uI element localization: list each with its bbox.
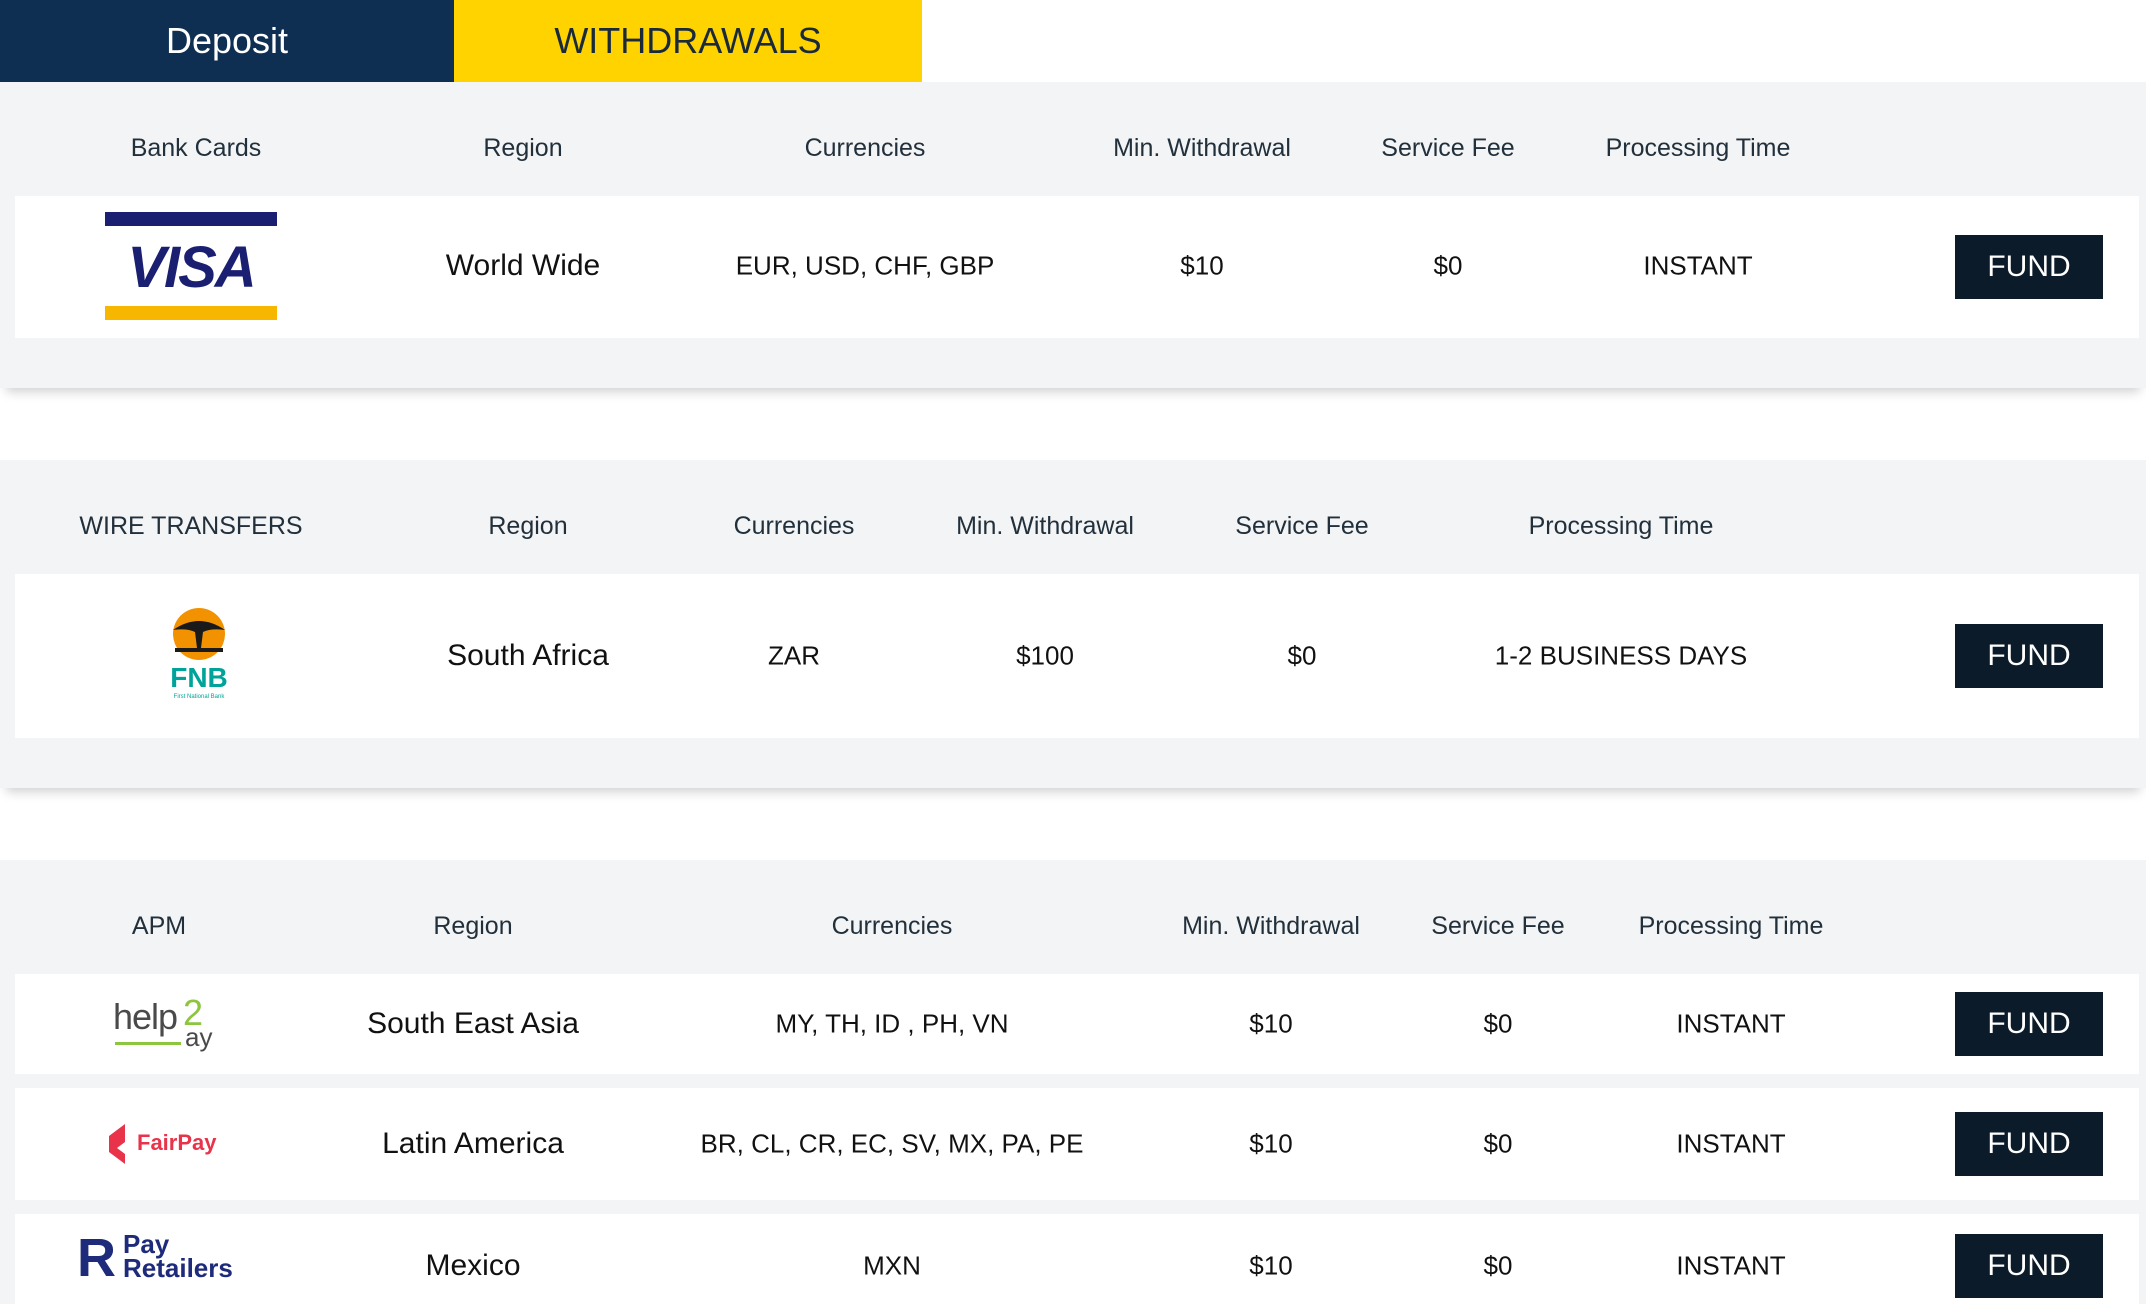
region-value: Mexico xyxy=(425,1249,521,1282)
help2pay-logo: help 2 ay help2pay xyxy=(113,992,213,1052)
currencies-value: ZAR xyxy=(768,640,820,671)
visa-logo: VISA xyxy=(105,212,277,320)
fund-button[interactable]: FUND xyxy=(1955,1112,2103,1176)
header-region: Region xyxy=(488,512,568,540)
currencies-value: BR, CL, CR, EC, SV, MX, PA, PE xyxy=(700,1128,1084,1159)
table-row: FairPay Latin America BR, CL, CR, EC, SV… xyxy=(15,1088,2139,1200)
service-fee-value: $0 xyxy=(1433,250,1463,281)
min-withdrawal-value: $10 xyxy=(1249,1128,1293,1159)
header-min-withdrawal: Min. Withdrawal xyxy=(956,512,1134,540)
processing-time-value: INSTANT xyxy=(1676,1250,1786,1281)
region-value: South East Asia xyxy=(367,1007,579,1040)
processing-time-value: INSTANT xyxy=(1676,1008,1786,1039)
currencies-value: EUR, USD, CHF, GBP xyxy=(735,250,995,281)
service-fee-value: $0 xyxy=(1483,1250,1513,1281)
service-fee-value: $0 xyxy=(1483,1008,1513,1039)
processing-time-value: INSTANT xyxy=(1643,250,1753,281)
fund-button[interactable]: FUND xyxy=(1955,624,2103,688)
header-processing-time: Processing Time xyxy=(1605,134,1791,162)
header-bank-cards: Bank Cards xyxy=(130,134,262,162)
table-row: R PayRetailers Pay Retailers Mexico MXN … xyxy=(15,1214,2139,1314)
currencies-value: MXN xyxy=(863,1250,921,1281)
header-region: Region xyxy=(433,912,513,940)
header-service-fee: Service Fee xyxy=(1381,134,1515,162)
header-currencies: Currencies xyxy=(733,512,855,540)
service-fee-value: $0 xyxy=(1287,640,1317,671)
fairpay-logo: FairPay xyxy=(103,1122,233,1166)
fairpay-mark-icon xyxy=(109,1124,125,1164)
min-withdrawal-value: $100 xyxy=(1016,640,1074,671)
header-apm: APM xyxy=(131,912,187,940)
processing-time-value: INSTANT xyxy=(1676,1128,1786,1159)
min-withdrawal-value: $10 xyxy=(1249,1250,1293,1281)
apm-section: APM Region Currencies Min. Withdrawal Se… xyxy=(0,860,2146,1314)
header-processing-time: Processing Time xyxy=(1638,912,1824,940)
currencies-value: MY, TH, ID , PH, VN xyxy=(775,1008,1009,1039)
processing-time-value: 1-2 BUSINESS DAYS xyxy=(1494,640,1748,671)
fund-button[interactable]: FUND xyxy=(1955,235,2103,299)
table-row: VISA World Wide EUR, USD, CHF, GBP $10 $… xyxy=(15,196,2139,338)
payretailers-logo: R PayRetailers Pay Retailers xyxy=(77,1228,233,1288)
wire-transfers-section: WIRE TRANSFERS Region Currencies Min. Wi… xyxy=(0,460,2146,788)
header-min-withdrawal: Min. Withdrawal xyxy=(1182,912,1360,940)
region-value: South Africa xyxy=(447,639,609,672)
table-row: FNB First National Bank South Africa ZAR… xyxy=(15,574,2139,738)
min-withdrawal-value: $10 xyxy=(1249,1008,1293,1039)
header-region: Region xyxy=(483,134,563,162)
region-value: Latin America xyxy=(382,1127,564,1160)
fund-button[interactable]: FUND xyxy=(1955,1234,2103,1298)
tab-deposit[interactable]: Deposit xyxy=(0,0,454,82)
header-service-fee: Service Fee xyxy=(1235,512,1369,540)
header-currencies: Currencies xyxy=(804,134,926,162)
header-processing-time: Processing Time xyxy=(1528,512,1714,540)
bank-cards-section: Bank Cards Region Currencies Min. Withdr… xyxy=(0,82,2146,388)
min-withdrawal-value: $10 xyxy=(1180,250,1224,281)
header-min-withdrawal: Min. Withdrawal xyxy=(1113,134,1291,162)
service-fee-value: $0 xyxy=(1483,1128,1513,1159)
table-row: help 2 ay help2pay South East Asia MY, T… xyxy=(15,974,2139,1074)
header-currencies: Currencies xyxy=(831,912,953,940)
tab-withdrawals[interactable]: WITHDRAWALS xyxy=(454,0,922,82)
fund-button[interactable]: FUND xyxy=(1955,992,2103,1056)
payment-tabs: Deposit WITHDRAWALS xyxy=(0,0,922,82)
header-wire-transfers: WIRE TRANSFERS xyxy=(79,512,303,540)
header-service-fee: Service Fee xyxy=(1431,912,1565,940)
region-value: World Wide xyxy=(445,249,601,282)
fnb-logo: FNB First National Bank xyxy=(151,606,247,706)
